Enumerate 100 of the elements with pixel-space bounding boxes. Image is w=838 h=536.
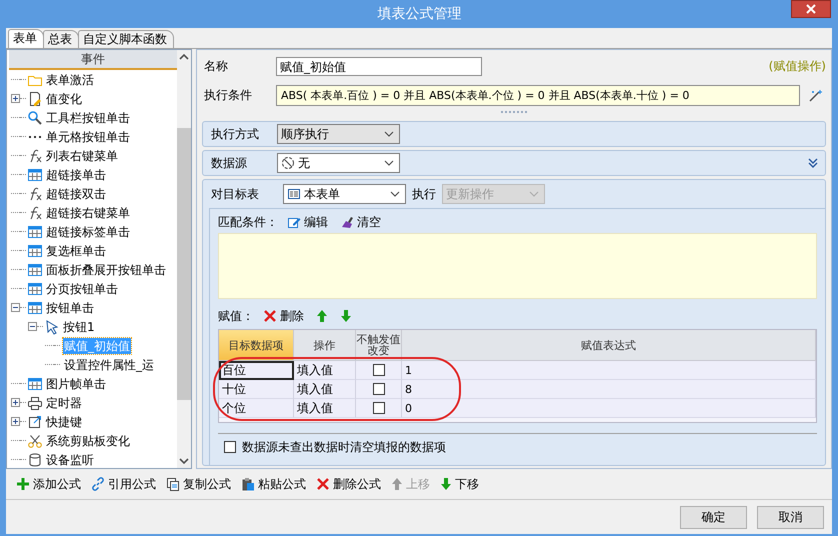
tree-item[interactable]: 复选框单击: [45, 242, 107, 258]
table-cell[interactable]: 个位: [219, 399, 294, 418]
formula-type-label: (赋值操作): [768, 58, 826, 75]
table-cell[interactable]: 0: [402, 399, 816, 418]
checkbox[interactable]: [372, 402, 384, 414]
column-header[interactable]: 目标数据项: [219, 330, 294, 361]
field-label: 执行条件: [203, 87, 253, 104]
table-dropdown[interactable]: 本表单: [283, 184, 406, 204]
window-title: 填表公式管理: [376, 5, 462, 23]
toolbar-button[interactable]: 下移: [438, 476, 481, 492]
tree-toggle[interactable]: [11, 94, 20, 103]
grid-icon: [27, 224, 43, 240]
toolbar-button[interactable]: 引用公式: [89, 476, 158, 492]
section-label: 数据源: [210, 154, 248, 172]
plus-icon: [16, 477, 30, 491]
grid-icon: [27, 262, 43, 278]
toolbar-button[interactable]: 粘贴公式: [239, 476, 308, 492]
tree-item[interactable]: 值变化: [45, 90, 83, 106]
tree-toggle[interactable]: [11, 303, 20, 312]
column-header[interactable]: 赋值表达式: [402, 330, 816, 361]
table-cell[interactable]: 8: [402, 380, 816, 399]
field-label: 名称: [203, 58, 229, 75]
tree-item[interactable]: 定时器: [45, 394, 83, 410]
delete-button[interactable]: 删除: [260, 308, 307, 324]
checkbox[interactable]: [224, 441, 236, 453]
edit-button[interactable]: 编辑: [284, 214, 331, 230]
mode-dropdown[interactable]: 顺序执行: [277, 124, 400, 144]
table-cell[interactable]: 填入值: [294, 399, 356, 418]
tab[interactable]: 表单: [8, 29, 44, 48]
tree-item[interactable]: 列表右键菜单: [45, 148, 119, 164]
arrow-up-icon: [391, 477, 403, 491]
tree-item[interactable]: 表单激活: [45, 72, 95, 88]
tree-toggle[interactable]: [28, 322, 37, 331]
clipboard-icon: [241, 477, 255, 491]
scrollbar-thumb[interactable]: [177, 128, 191, 400]
tree-item[interactable]: 系统剪贴板变化: [45, 432, 131, 448]
close-button[interactable]: [791, 0, 831, 18]
tree-item[interactable]: 按钮1: [62, 318, 96, 334]
tree-item[interactable]: 按钮单击: [45, 300, 95, 316]
toolbar-button[interactable]: 复制公式: [164, 476, 233, 492]
dialog-button[interactable]: 取消: [757, 506, 824, 528]
tree-item[interactable]: 设备监听: [45, 452, 95, 468]
checkbox[interactable]: [372, 364, 384, 376]
checkbox[interactable]: [372, 383, 384, 395]
cursor-icon: [44, 318, 60, 334]
close-icon: [263, 309, 277, 323]
column-header[interactable]: 操作: [294, 330, 356, 361]
tree-item[interactable]: 面板折叠展开按钮单击: [45, 262, 167, 278]
tree-item[interactable]: 单元格按钮单击: [45, 128, 131, 144]
shortcut-icon: [27, 414, 43, 430]
table-cell[interactable]: 十位: [219, 380, 294, 399]
tree-item[interactable]: 快捷键: [45, 414, 83, 430]
eraser-icon: [340, 215, 354, 229]
tab[interactable]: 总表: [43, 30, 79, 48]
name-field[interactable]: 赋值_初始值: [276, 57, 482, 76]
toolbar-label: 赋值：: [218, 308, 254, 324]
dialog-button[interactable]: 确定: [680, 506, 747, 528]
grid-icon: [27, 376, 43, 392]
grid-icon: [27, 300, 43, 316]
tree-item[interactable]: 设置控件属性_运: [63, 356, 155, 372]
checkbox-label: 数据源未查出数据时清空填报的数据项: [242, 438, 446, 456]
source-dropdown[interactable]: 无: [277, 153, 400, 173]
tree-item[interactable]: 图片帧单击: [45, 376, 107, 392]
tree-item[interactable]: 超链接单击: [45, 166, 107, 182]
no-source-icon: [281, 156, 295, 170]
printer-icon: [27, 394, 43, 410]
table-cell[interactable]: 填入值: [294, 380, 356, 399]
column-header[interactable]: 不触发值改变: [356, 330, 402, 361]
copy-icon: [166, 477, 180, 491]
tree-item[interactable]: 超链接双击: [45, 186, 107, 202]
document-icon: [27, 90, 43, 106]
tree-item[interactable]: 超链接右键菜单: [45, 204, 131, 220]
tree-toggle[interactable]: [11, 398, 20, 407]
arrow-up-icon: [316, 309, 328, 323]
magnifier-icon: [27, 110, 43, 126]
clear-button[interactable]: 清空: [337, 214, 384, 230]
tree-item[interactable]: 工具栏按钮单击: [45, 110, 131, 126]
field-label: 执行: [412, 186, 436, 202]
tree-toggle[interactable]: [11, 417, 20, 426]
splitter-handle[interactable]: [499, 110, 529, 114]
table-cell[interactable]: 百位: [219, 361, 294, 380]
section-label: 对目标表: [210, 186, 260, 202]
toolbar-button[interactable]: 添加公式: [14, 476, 83, 492]
toolbar-label: 匹配条件：: [218, 214, 278, 230]
table-cell[interactable]: 填入值: [294, 361, 356, 380]
toolbar-button[interactable]: 删除公式: [314, 476, 383, 492]
expand-chevron-icon[interactable]: [807, 157, 819, 169]
scissors-icon: [27, 432, 43, 448]
close-icon: [316, 477, 330, 491]
arrow-down-icon: [340, 309, 352, 323]
condition-field[interactable]: ABS( 本表单.百位 ) = 0 并且 ABS(本表单.个位 ) = 0 并且 ABS(本表单.十位 ) = 0: [276, 85, 800, 106]
grid-icon: [27, 166, 43, 182]
arrow-down-icon: [440, 477, 452, 491]
tree-item[interactable]: 超链接标签单击: [45, 224, 131, 240]
grid-icon: [27, 280, 43, 296]
form-icon: [287, 187, 301, 201]
table-cell[interactable]: 1: [402, 361, 816, 380]
grid-icon: [27, 242, 43, 258]
tab[interactable]: 自定义脚本函数: [78, 30, 174, 48]
tree-item[interactable]: 分页按钮单击: [45, 280, 119, 296]
